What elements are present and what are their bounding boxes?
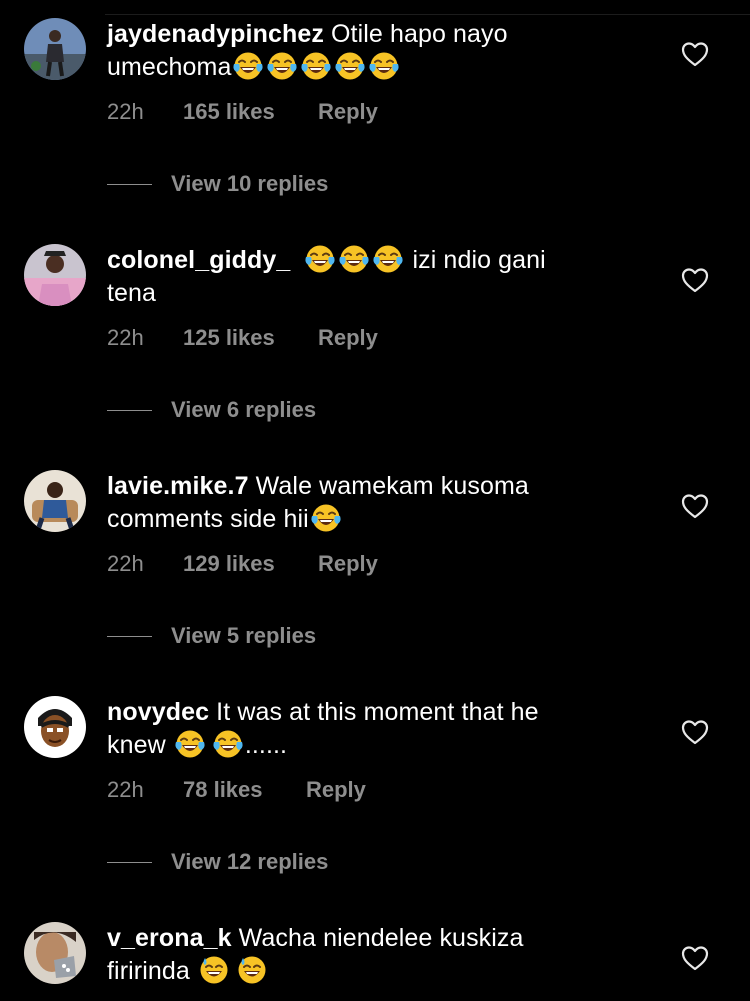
comment-body-suffix: ...... — [244, 731, 288, 759]
heart-outline-icon[interactable] — [681, 719, 709, 745]
comment-body: Otile hapo nayo — [323, 20, 508, 48]
heart-outline-icon[interactable] — [681, 267, 709, 293]
comment-item: v_erona_k Wacha niendelee kuskiza firiri… — [0, 922, 750, 1001]
likes-count[interactable]: 129 likes — [183, 549, 275, 579]
likes-count[interactable]: 125 likes — [183, 323, 275, 353]
comment-line-2: umechoma — [107, 51, 627, 84]
comment-time: 22h — [107, 777, 144, 802]
comment-line-1: colonel_giddy_ izi ndio gani — [107, 244, 627, 277]
comment-username[interactable]: colonel_giddy_ — [107, 246, 290, 274]
tears-of-joy-icon — [233, 51, 263, 81]
comment-line-1: v_erona_k Wacha niendelee kuskiza — [107, 922, 627, 955]
view-replies-label: View 6 replies — [171, 397, 317, 422]
view-replies-label: View 12 replies — [171, 849, 329, 874]
comment-body: firirinda — [107, 957, 197, 985]
comment-line-1: jaydenadypinchez Otile hapo nayo — [107, 18, 627, 51]
tears-of-joy-icon — [175, 729, 205, 759]
avatar[interactable] — [24, 244, 86, 306]
comment-line-2: firirinda — [107, 955, 627, 988]
comment-body: Wacha niendelee kuskiza — [231, 924, 524, 952]
comment-text: novydec It was at this moment that he kn… — [107, 696, 627, 762]
comment-username[interactable]: lavie.mike.7 — [107, 472, 249, 500]
tears-of-joy-icon — [213, 729, 243, 759]
tears-of-joy-icon — [267, 51, 297, 81]
comment-body: It was at this moment that he — [209, 698, 539, 726]
comment-username[interactable]: v_erona_k — [107, 924, 232, 952]
tears-of-joy-icon — [335, 51, 365, 81]
reply-button[interactable]: Reply — [318, 323, 378, 353]
divider-line — [107, 862, 152, 863]
tears-of-joy-icon — [373, 244, 403, 274]
heart-outline-icon[interactable] — [681, 493, 709, 519]
comment-username[interactable]: jaydenadypinchez — [107, 20, 324, 48]
tears-of-joy-icon — [369, 51, 399, 81]
avatar[interactable] — [24, 696, 86, 758]
comment-body: umechoma — [107, 53, 232, 81]
comment-time: 22h — [107, 325, 144, 350]
avatar[interactable] — [24, 18, 86, 80]
comment-body: comments side hii — [107, 505, 309, 533]
comment-line-2: comments side hii — [107, 503, 627, 536]
comment-line-2: knew ...... — [107, 729, 627, 762]
comment-text: jaydenadypinchez Otile hapo nayo umechom… — [107, 18, 627, 84]
comment-time: 22h — [107, 99, 144, 124]
comment-item: lavie.mike.7 Wale wamekam kusoma comment… — [0, 470, 750, 696]
comment-time: 22h — [107, 551, 144, 576]
comment-item: colonel_giddy_ izi ndio gani tena 22h 12… — [0, 244, 750, 470]
comment-line-1: novydec It was at this moment that he — [107, 696, 627, 729]
comment-username[interactable]: novydec — [107, 698, 209, 726]
comment-body: knew — [107, 731, 173, 759]
comment-item: jaydenadypinchez Otile hapo nayo umechom… — [0, 18, 750, 244]
top-divider — [105, 14, 750, 15]
avatar[interactable] — [24, 922, 86, 984]
comment-line-1: lavie.mike.7 Wale wamekam kusoma — [107, 470, 627, 503]
view-replies-label: View 5 replies — [171, 623, 317, 648]
divider-line — [107, 410, 152, 411]
comment-body: tena — [107, 279, 157, 307]
tears-of-joy-icon — [305, 244, 335, 274]
comment-text: lavie.mike.7 Wale wamekam kusoma comment… — [107, 470, 627, 536]
divider-line — [107, 184, 152, 185]
comment-body: Wale wamekam kusoma — [248, 472, 529, 500]
comment-text: v_erona_k Wacha niendelee kuskiza firiri… — [107, 922, 627, 988]
view-replies-label: View 10 replies — [171, 171, 329, 196]
comment-item: novydec It was at this moment that he kn… — [0, 696, 750, 922]
comment-body: izi ndio gani — [405, 246, 546, 274]
likes-count[interactable]: 78 likes — [183, 775, 263, 805]
tears-of-joy-icon — [301, 51, 331, 81]
tears-of-joy-icon — [311, 503, 341, 533]
reply-button[interactable]: Reply — [318, 97, 378, 127]
reply-button[interactable]: Reply — [318, 549, 378, 579]
grinning-sweat-icon — [199, 955, 229, 985]
divider-line — [107, 636, 152, 637]
avatar[interactable] — [24, 470, 86, 532]
likes-count[interactable]: 165 likes — [183, 97, 275, 127]
heart-outline-icon[interactable] — [681, 41, 709, 67]
comment-text: colonel_giddy_ izi ndio gani tena — [107, 244, 627, 310]
tears-of-joy-icon — [339, 244, 369, 274]
reply-button[interactable]: Reply — [306, 775, 366, 805]
grinning-sweat-icon — [237, 955, 267, 985]
heart-outline-icon[interactable] — [681, 945, 709, 971]
comment-line-2: tena — [107, 277, 627, 310]
